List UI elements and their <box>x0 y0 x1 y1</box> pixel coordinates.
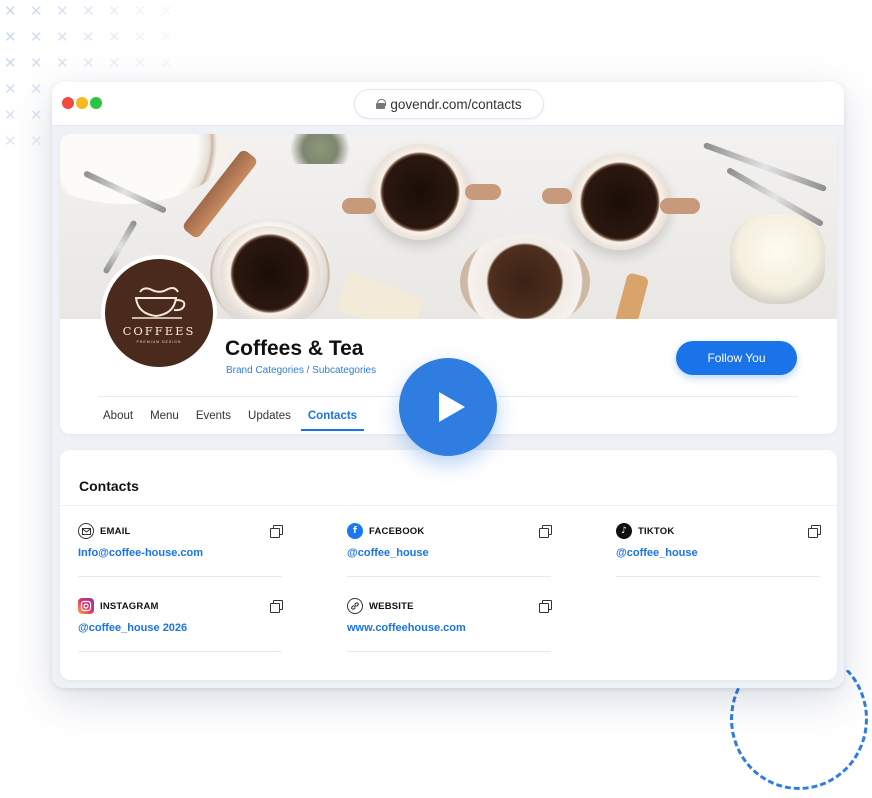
coffee-cup-icon <box>132 287 186 319</box>
website-icon <box>347 598 363 614</box>
copy-icon[interactable] <box>539 600 552 613</box>
tab-about[interactable]: About <box>96 404 140 428</box>
brand-name: Coffees & Tea <box>225 337 364 360</box>
tab-events[interactable]: Events <box>189 404 238 428</box>
contact-value-link[interactable]: @coffee_house <box>347 547 429 559</box>
tab-updates[interactable]: Updates <box>241 404 298 428</box>
copy-icon[interactable] <box>270 600 283 613</box>
contact-value-link[interactable]: www.coffeehouse.com <box>347 622 466 634</box>
logo-tagline: PREMIUM DESIGN <box>136 340 182 344</box>
copy-icon[interactable] <box>270 525 283 538</box>
contact-item-facebook: f FACEBOOK @coffee_house <box>347 515 552 577</box>
contact-label: EMAIL <box>100 525 131 537</box>
contacts-divider <box>60 505 837 506</box>
address-bar[interactable]: govendr.com/contacts <box>354 89 544 119</box>
brand-categories-link[interactable]: Brand Categories / Subcategories <box>226 365 376 376</box>
facebook-icon: f <box>347 523 363 539</box>
copy-icon[interactable] <box>539 525 552 538</box>
url-text: govendr.com/contacts <box>390 96 522 112</box>
tiktok-icon: ♪ <box>616 523 632 539</box>
browser-titlebar: govendr.com/contacts <box>52 82 844 126</box>
contact-item-email: EMAIL Info@coffee-house.com <box>78 515 283 577</box>
play-video-button[interactable] <box>399 358 497 456</box>
minimize-window-dot[interactable] <box>76 97 88 109</box>
play-icon <box>438 392 465 422</box>
contact-value-link[interactable]: Info@coffee-house.com <box>78 547 203 559</box>
contact-label: INSTAGRAM <box>100 600 159 612</box>
follow-button[interactable]: Follow You <box>676 341 797 375</box>
brand-logo: COFFEES PREMIUM DESIGN <box>101 255 217 371</box>
profile-tabs: About Menu Events Updates Contacts <box>96 404 367 431</box>
lock-icon <box>376 99 387 109</box>
contact-label: TIKTOK <box>638 525 675 537</box>
contacts-title: Contacts <box>79 478 139 494</box>
contact-item-tiktok: ♪ TIKTOK @coffee_house <box>616 515 821 577</box>
contact-value-link[interactable]: @coffee_house <box>616 547 698 559</box>
maximize-window-dot[interactable] <box>90 97 102 109</box>
contact-label: FACEBOOK <box>369 525 425 537</box>
contacts-card: Contacts EMAIL Info@coffee-house.com f F… <box>60 450 837 680</box>
email-icon <box>78 523 94 539</box>
close-window-dot[interactable] <box>62 97 74 109</box>
tab-contacts[interactable]: Contacts <box>300 404 365 431</box>
copy-icon[interactable] <box>808 525 821 538</box>
contact-item-website: WEBSITE www.coffeehouse.com <box>347 590 552 652</box>
tab-menu[interactable]: Menu <box>143 404 186 428</box>
contact-value-link[interactable]: @coffee_house 2026 <box>78 622 187 634</box>
contact-item-instagram: INSTAGRAM @coffee_house 2026 <box>78 590 283 652</box>
instagram-icon <box>78 598 94 614</box>
contact-label: WEBSITE <box>369 600 414 612</box>
logo-name: COFFEES <box>122 324 196 338</box>
